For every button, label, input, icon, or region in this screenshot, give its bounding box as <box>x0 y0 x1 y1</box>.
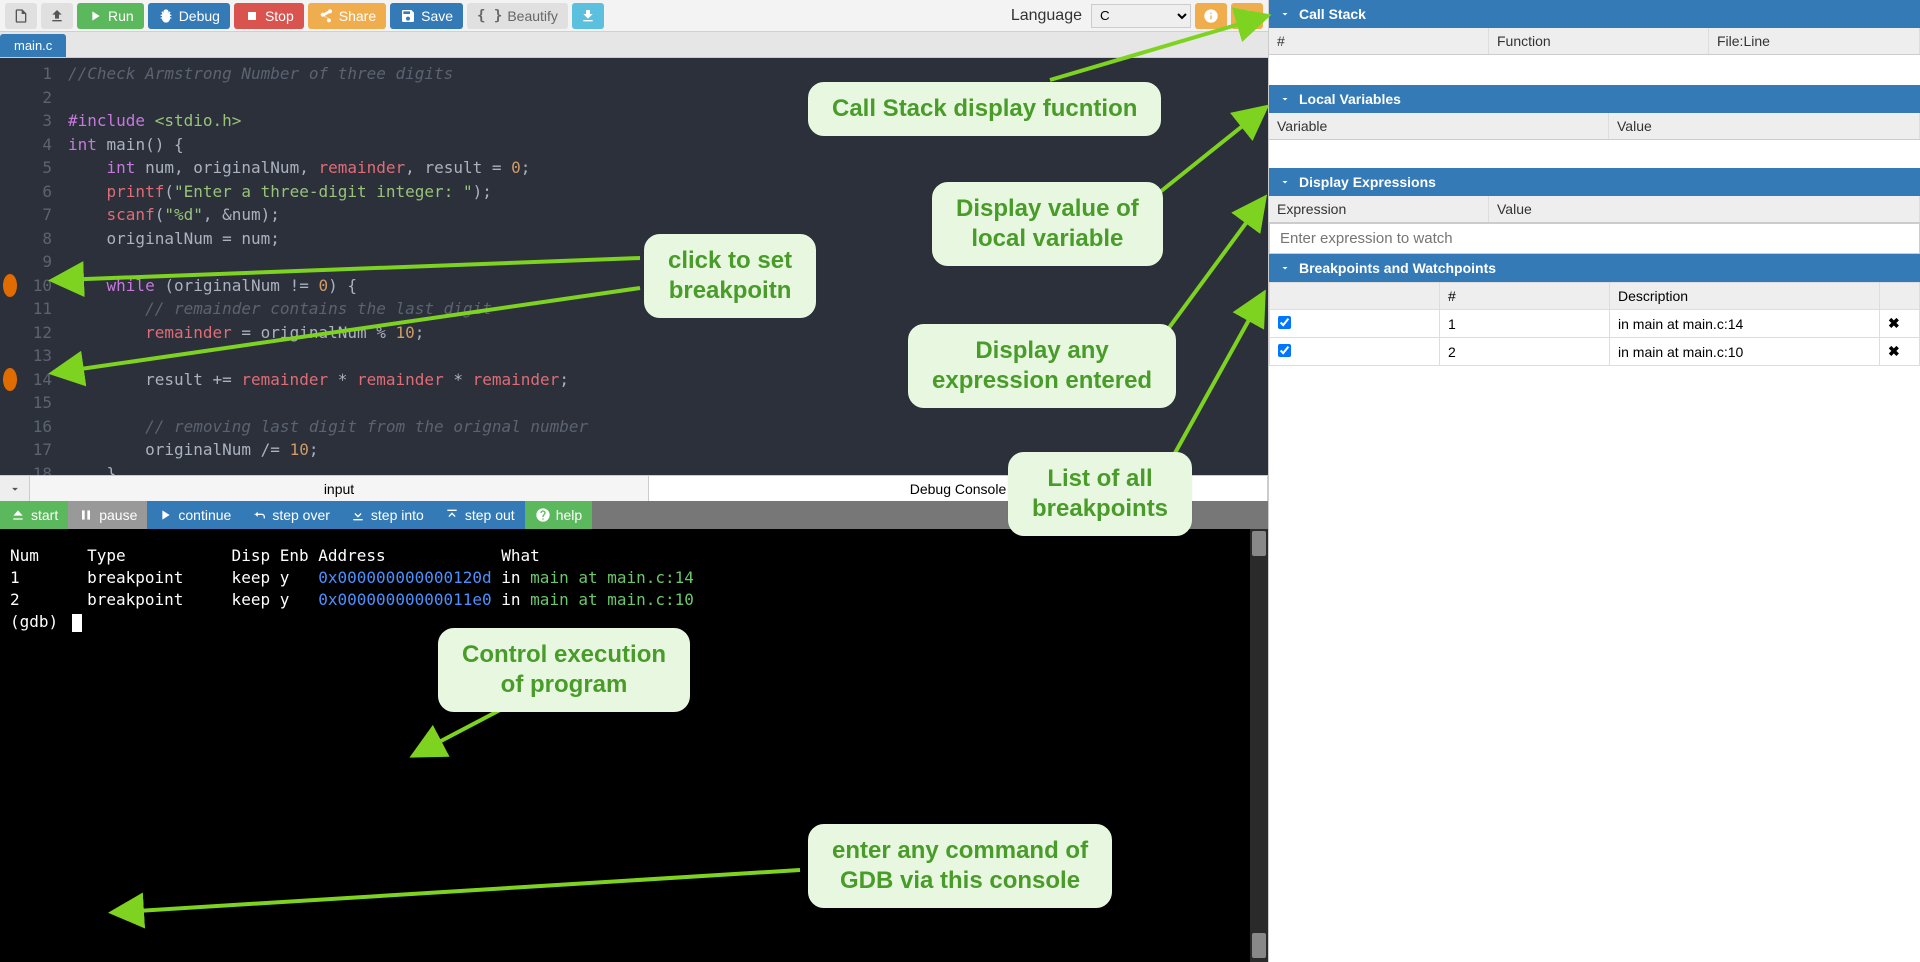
pause-button[interactable]: pause <box>68 501 147 529</box>
braces-icon: { } <box>477 8 502 24</box>
debug-button[interactable]: Debug <box>148 3 230 29</box>
expressions-columns: Expression Value <box>1269 196 1920 223</box>
bug-icon <box>158 8 174 24</box>
annotation-gdb-console: enter any command ofGDB via this console <box>808 824 1112 908</box>
expressions-panel-header[interactable]: Display Expressions <box>1269 168 1920 196</box>
save-button[interactable]: Save <box>390 3 463 29</box>
file-icon <box>13 8 29 24</box>
info-icon <box>1203 8 1219 24</box>
step-over-icon <box>251 507 267 523</box>
remove-breakpoint-button[interactable]: ✖ <box>1888 343 1900 359</box>
callstack-body <box>1269 55 1920 85</box>
locals-body <box>1269 140 1920 168</box>
download-button[interactable] <box>572 3 604 29</box>
step-out-icon <box>444 507 460 523</box>
callstack-panel-header[interactable]: Call Stack <box>1269 0 1920 28</box>
breakpoints-panel-header[interactable]: Breakpoints and Watchpoints <box>1269 254 1920 282</box>
upload-button[interactable] <box>41 3 73 29</box>
pause-icon <box>78 507 94 523</box>
chevron-down-icon <box>1279 93 1291 105</box>
breakpoint-description: in main at main.c:14 <box>1610 310 1880 338</box>
eject-icon <box>10 507 26 523</box>
terminal-header: Num Type Disp Enb Address What <box>10 545 1258 567</box>
terminal-row: 1 breakpoint keep y 0x000000000000120d i… <box>10 567 1258 589</box>
annotation-locals: Display value oflocal variable <box>932 182 1163 266</box>
chevron-down-icon <box>1279 8 1291 20</box>
step-into-button[interactable]: step into <box>340 501 434 529</box>
breakpoint-marker[interactable] <box>3 368 17 392</box>
share-icon <box>318 8 334 24</box>
locals-columns: Variable Value <box>1269 113 1920 140</box>
upload-icon <box>49 8 65 24</box>
share-button[interactable]: Share <box>308 3 386 29</box>
breakpoint-number: 1 <box>1440 310 1610 338</box>
language-select[interactable]: C <box>1091 4 1191 28</box>
file-tabbar: main.c <box>0 32 1268 58</box>
breakpoint-enable-checkbox[interactable] <box>1278 344 1291 357</box>
breakpoint-enable-checkbox[interactable] <box>1278 316 1291 329</box>
console-collapse-button[interactable] <box>0 476 30 501</box>
share-label: Share <box>339 8 376 24</box>
breakpoint-gutter[interactable] <box>0 58 20 475</box>
terminal-scrollbar[interactable] <box>1250 529 1268 962</box>
file-tab[interactable]: main.c <box>0 34 66 57</box>
annotation-breakpoint-list: List of allbreakpoints <box>1008 452 1192 536</box>
play-icon <box>87 8 103 24</box>
save-label: Save <box>421 8 453 24</box>
help-icon <box>535 507 551 523</box>
breakpoint-row: 1 in main at main.c:14 ✖ <box>1270 310 1920 338</box>
stop-icon <box>244 8 260 24</box>
remove-breakpoint-button[interactable]: ✖ <box>1888 315 1900 331</box>
debug-label: Debug <box>179 8 220 24</box>
step-out-button[interactable]: step out <box>434 501 525 529</box>
breakpoints-table: # Description 1 in main at main.c:14 ✖ 2… <box>1269 282 1920 366</box>
settings-button[interactable] <box>1231 3 1263 29</box>
play-icon <box>157 507 173 523</box>
run-label: Run <box>108 8 134 24</box>
terminal-row: 2 breakpoint keep y 0x00000000000011e0 i… <box>10 589 1258 611</box>
language-label: Language <box>1011 7 1082 25</box>
breakpoint-number: 2 <box>1440 338 1610 366</box>
breakpoint-marker[interactable] <box>3 274 17 298</box>
annotation-click-breakpoint: click to setbreakpoitn <box>644 234 816 318</box>
expression-input[interactable] <box>1269 223 1920 254</box>
step-over-button[interactable]: step over <box>241 501 340 529</box>
stop-label: Stop <box>265 8 294 24</box>
chevron-down-icon <box>8 482 22 496</box>
breakpoint-description: in main at main.c:10 <box>1610 338 1880 366</box>
save-icon <box>400 8 416 24</box>
new-file-button[interactable] <box>5 3 37 29</box>
run-button[interactable]: Run <box>77 3 144 29</box>
callstack-columns: # Function File:Line <box>1269 28 1920 55</box>
annotation-control: Control executionof program <box>438 628 690 712</box>
annotation-callstack: Call Stack display fucntion <box>808 82 1161 136</box>
download-icon <box>580 8 596 24</box>
step-into-icon <box>350 507 366 523</box>
stop-button[interactable]: Stop <box>234 3 304 29</box>
annotation-expression: Display anyexpression entered <box>908 324 1176 408</box>
right-pane: Call Stack # Function File:Line Local Va… <box>1268 0 1920 962</box>
start-button[interactable]: start <box>0 501 68 529</box>
line-number-gutter: 1234567891011121314151617181920212223242… <box>20 58 60 475</box>
beautify-button[interactable]: { } Beautify <box>467 3 568 29</box>
chevron-down-icon <box>1279 176 1291 188</box>
gear-icon <box>1239 8 1255 24</box>
info-button[interactable] <box>1195 3 1227 29</box>
input-tab[interactable]: input <box>30 476 649 501</box>
chevron-down-icon <box>1279 262 1291 274</box>
cursor-icon <box>72 614 82 632</box>
main-toolbar: Run Debug Stop Share Save { } Beautify <box>0 0 1268 32</box>
beautify-label: Beautify <box>507 8 558 24</box>
help-button[interactable]: help <box>525 501 592 529</box>
app-root: Run Debug Stop Share Save { } Beautify <box>0 0 1920 962</box>
continue-button[interactable]: continue <box>147 501 241 529</box>
breakpoint-row: 2 in main at main.c:10 ✖ <box>1270 338 1920 366</box>
locals-panel-header[interactable]: Local Variables <box>1269 85 1920 113</box>
